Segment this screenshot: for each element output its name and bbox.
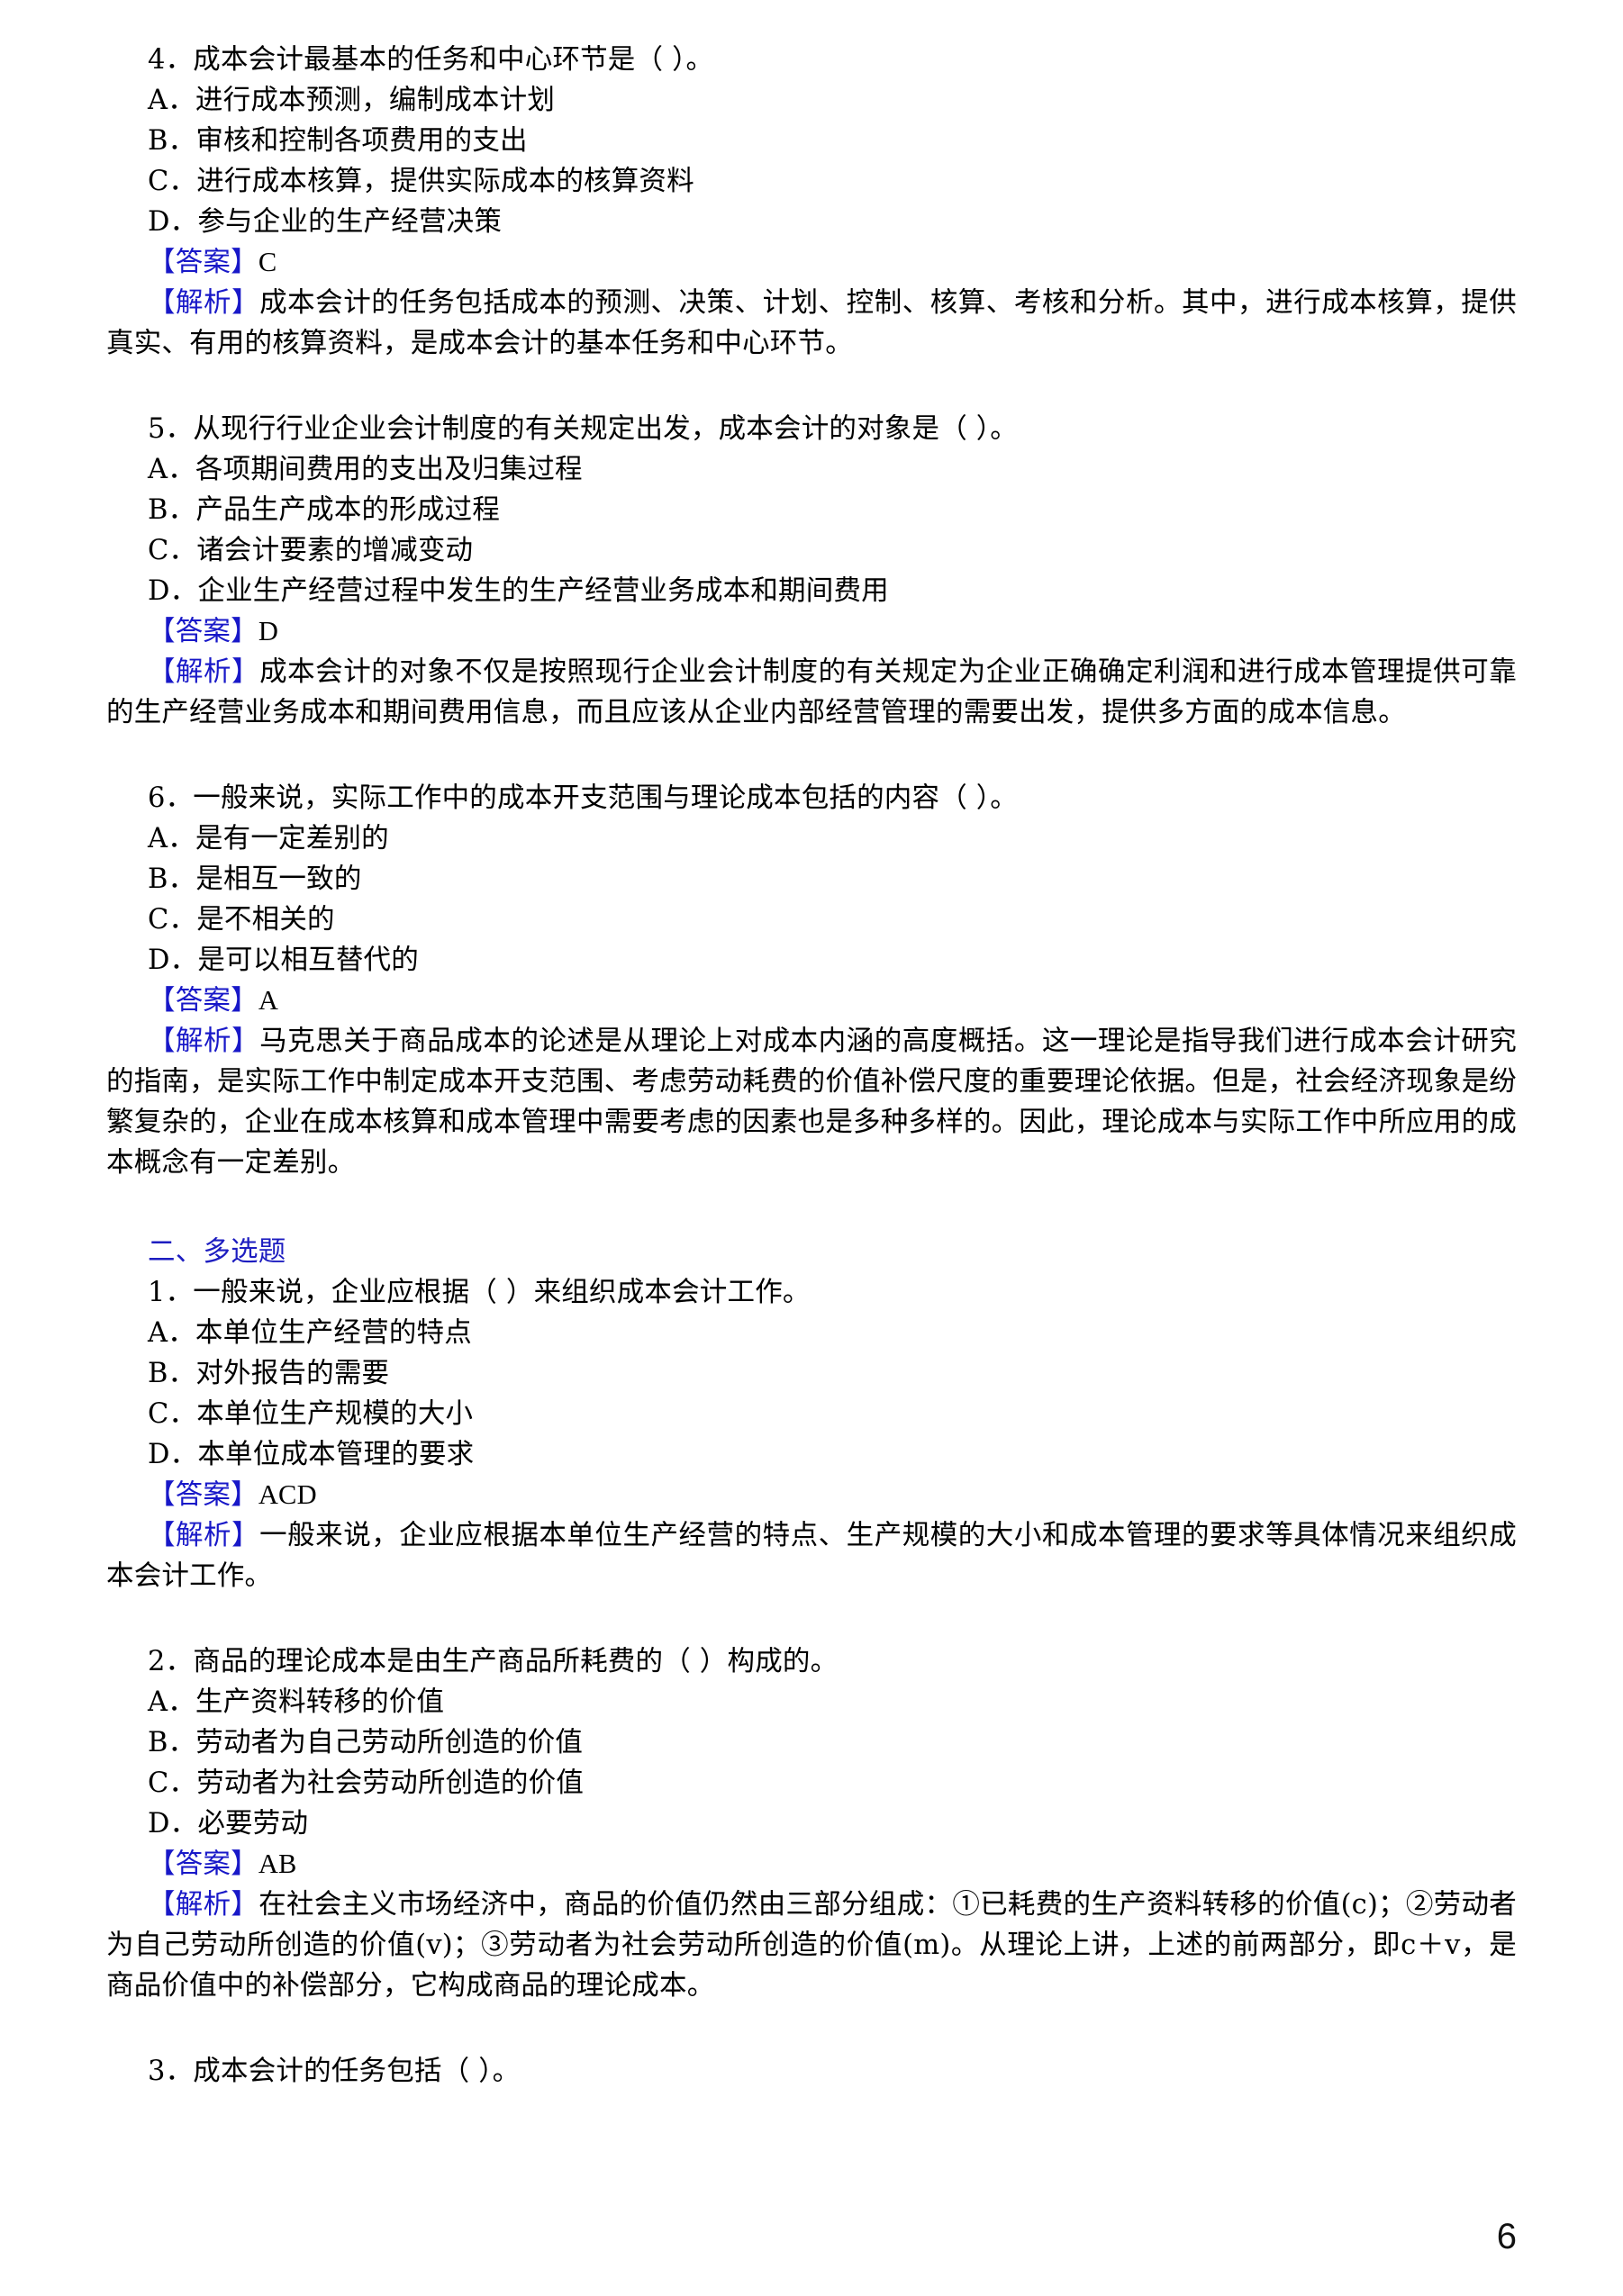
answer-line: 【答案】C bbox=[106, 242, 1517, 283]
question-stem: 3．成本会计的任务包括（ ）。 bbox=[148, 2056, 521, 2087]
answer-value: AB bbox=[258, 1849, 297, 1879]
option-b[interactable]: B．劳动者为自己劳动所创造的价值 bbox=[106, 1722, 1517, 1763]
option-a[interactable]: A．各项期间费用的支出及归集过程 bbox=[106, 449, 1517, 490]
explanation-paragraph: 【解析】成本会计的任务包括成本的预测、决策、计划、控制、核算、考核和分析。其中，… bbox=[106, 283, 1517, 364]
question-block-single-6: 6．一般来说，实际工作中的成本开支范围与理论成本包括的内容（ ）。 A．是有一定… bbox=[106, 778, 1517, 1183]
option-d[interactable]: D．参与企业的生产经营决策 bbox=[106, 202, 1517, 242]
explanation-label: 【解析】 bbox=[148, 1520, 260, 1551]
question-block-multi-3: 3．成本会计的任务包括（ ）。 bbox=[106, 2051, 1517, 2092]
question-stem: 6．一般来说，实际工作中的成本开支范围与理论成本包括的内容（ ）。 bbox=[148, 782, 1018, 814]
explanation-paragraph: 【解析】一般来说，企业应根据本单位生产经营的特点、生产规模的大小和成本管理的要求… bbox=[106, 1515, 1517, 1596]
answer-line: 【答案】D bbox=[106, 611, 1517, 652]
option-b[interactable]: B．产品生产成本的形成过程 bbox=[106, 490, 1517, 530]
question-block-multi-2: 2．商品的理论成本是由生产商品所耗费的（ ）构成的。 A．生产资料转移的价值 B… bbox=[106, 1641, 1517, 2006]
answer-label: 【答案】 bbox=[148, 616, 258, 647]
explanation-paragraph: 【解析】在社会主义市场经济中，商品的价值仍然由三部分组成：①已耗费的生产资料转移… bbox=[106, 1885, 1517, 2006]
option-b[interactable]: B．是相互一致的 bbox=[106, 859, 1517, 899]
explanation-text: 一般来说，企业应根据本单位生产经营的特点、生产规模的大小和成本管理的要求等具体情… bbox=[106, 1520, 1517, 1592]
page-content: 4．成本会计最基本的任务和中心环节是（ ）。 A．进行成本预测，编制成本计划 B… bbox=[106, 40, 1517, 2092]
option-d[interactable]: D．企业生产经营过程中发生的生产经营业务成本和期间费用 bbox=[106, 571, 1517, 611]
option-a[interactable]: A．进行成本预测，编制成本计划 bbox=[106, 80, 1517, 121]
answer-label: 【答案】 bbox=[148, 1479, 258, 1511]
answer-line: 【答案】ACD bbox=[106, 1475, 1517, 1515]
explanation-label: 【解析】 bbox=[148, 1889, 259, 1921]
answer-value: ACD bbox=[258, 1479, 317, 1510]
answer-value: C bbox=[258, 247, 277, 277]
option-a[interactable]: A．生产资料转移的价值 bbox=[106, 1682, 1517, 1722]
explanation-text: 成本会计的任务包括成本的预测、决策、计划、控制、核算、考核和分析。其中，进行成本… bbox=[106, 287, 1517, 359]
option-a[interactable]: A．本单位生产经营的特点 bbox=[106, 1313, 1517, 1353]
answer-line: 【答案】A bbox=[106, 981, 1517, 1021]
option-b[interactable]: B．审核和控制各项费用的支出 bbox=[106, 121, 1517, 161]
answer-value: A bbox=[258, 985, 279, 1016]
question-stem: 1．一般来说，企业应根据（ ）来组织成本会计工作。 bbox=[148, 1277, 811, 1308]
exam-answer-key-page: 4．成本会计最基本的任务和中心环节是（ ）。 A．进行成本预测，编制成本计划 B… bbox=[0, 0, 1623, 2296]
option-c[interactable]: C．本单位生产规模的大小 bbox=[106, 1394, 1517, 1434]
question-stem: 2．商品的理论成本是由生产商品所耗费的（ ）构成的。 bbox=[148, 1646, 839, 1677]
page-number: 6 bbox=[1496, 2217, 1517, 2256]
option-c[interactable]: C．诸会计要素的增减变动 bbox=[106, 530, 1517, 571]
question-stem: 4．成本会计最基本的任务和中心环节是（ ）。 bbox=[148, 44, 714, 76]
explanation-text: 在社会主义市场经济中，商品的价值仍然由三部分组成：①已耗费的生产资料转移的价值(… bbox=[106, 1889, 1517, 2002]
explanation-label: 【解析】 bbox=[148, 1026, 260, 1057]
option-b[interactable]: B．对外报告的需要 bbox=[106, 1353, 1517, 1394]
answer-value: D bbox=[258, 616, 279, 646]
question-stem: 5．从现行行业企业会计制度的有关规定出发，成本会计的对象是（ ）。 bbox=[148, 413, 1018, 445]
option-c[interactable]: C．劳动者为社会劳动所创造的价值 bbox=[106, 1763, 1517, 1803]
explanation-paragraph: 【解析】马克思关于商品成本的论述是从理论上对成本内涵的高度概括。这一理论是指导我… bbox=[106, 1021, 1517, 1183]
option-c[interactable]: C．是不相关的 bbox=[106, 899, 1517, 940]
question-block-single-5: 5．从现行行业企业会计制度的有关规定出发，成本会计的对象是（ ）。 A．各项期间… bbox=[106, 409, 1517, 733]
explanation-text: 马克思关于商品成本的论述是从理论上对成本内涵的高度概括。这一理论是指导我们进行成… bbox=[106, 1026, 1517, 1179]
explanation-paragraph: 【解析】成本会计的对象不仅是按照现行企业会计制度的有关规定为企业正确确定利润和进… bbox=[106, 652, 1517, 733]
answer-line: 【答案】AB bbox=[106, 1844, 1517, 1885]
question-block-single-4: 4．成本会计最基本的任务和中心环节是（ ）。 A．进行成本预测，编制成本计划 B… bbox=[106, 40, 1517, 364]
section-heading-multi-choice: 二、多选题 bbox=[148, 1236, 286, 1268]
explanation-label: 【解析】 bbox=[148, 656, 260, 688]
explanation-label: 【解析】 bbox=[148, 287, 260, 319]
answer-label: 【答案】 bbox=[148, 1849, 258, 1880]
option-d[interactable]: D．是可以相互替代的 bbox=[106, 940, 1517, 981]
question-block-multi-1: 1．一般来说，企业应根据（ ）来组织成本会计工作。 A．本单位生产经营的特点 B… bbox=[106, 1272, 1517, 1596]
option-c[interactable]: C．进行成本核算，提供实际成本的核算资料 bbox=[106, 161, 1517, 202]
answer-label: 【答案】 bbox=[148, 985, 258, 1017]
answer-label: 【答案】 bbox=[148, 247, 258, 278]
option-a[interactable]: A．是有一定差别的 bbox=[106, 818, 1517, 859]
explanation-text: 成本会计的对象不仅是按照现行企业会计制度的有关规定为企业正确确定利润和进行成本管… bbox=[106, 656, 1517, 728]
option-d[interactable]: D．本单位成本管理的要求 bbox=[106, 1434, 1517, 1475]
option-d[interactable]: D．必要劳动 bbox=[106, 1803, 1517, 1844]
